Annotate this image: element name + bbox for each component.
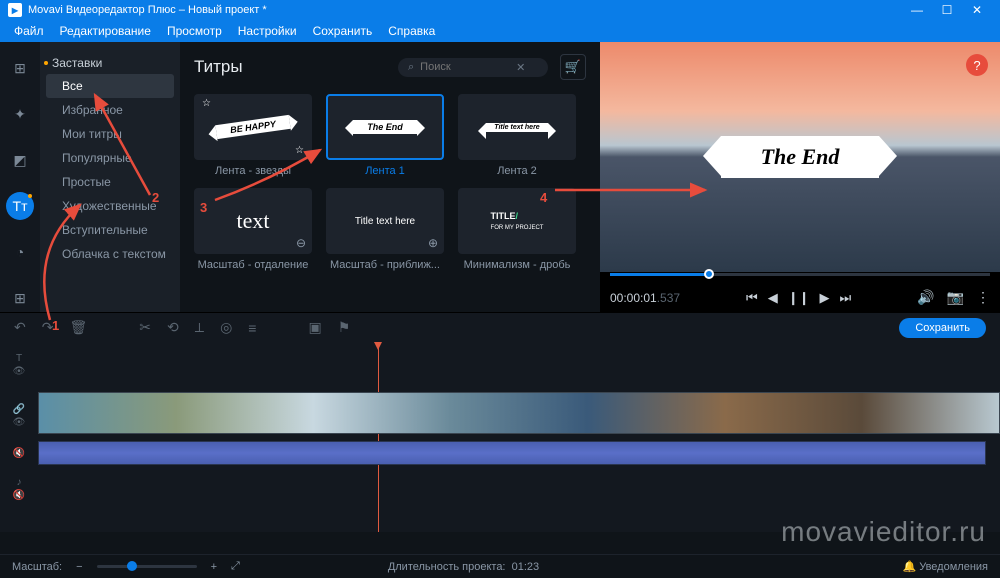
adjust-button[interactable]: ≡ [248,320,256,336]
video-clip[interactable] [38,392,1000,434]
menu-edit[interactable]: Редактирование [60,24,151,38]
record-button[interactable]: ▣ [308,319,321,336]
transitions-icon[interactable]: ◩ [6,146,34,174]
cut-button[interactable]: ✂ [139,319,151,336]
minimize-button[interactable]: — [902,3,932,17]
volume-icon[interactable]: 🔊 [917,289,934,306]
timeline-toolbar: ↶ ↷ 🗑 ✂ ⟲ ⟂ ◎ ≡ ▣ ⚑ Сохранить [0,312,1000,342]
preview-progress[interactable] [610,273,990,276]
menubar: Файл Редактирование Просмотр Настройки С… [0,20,1000,42]
preview-timecode: 00:00:01.537 [610,291,680,305]
window-title: Movavi Видеоредактор Плюс – Новый проект… [28,4,267,16]
search-box[interactable]: ⌕ ✕ [398,58,548,77]
title-tile-ribbon-2[interactable]: Title text here Лента 2 [458,94,576,178]
title-track-icon: T [16,353,22,364]
sidebar-item-popular[interactable]: Популярные [40,146,180,170]
visibility-icon[interactable]: 👁 [13,366,26,377]
zoom-label: Масштаб: [12,561,62,573]
maximize-button[interactable]: ☐ [932,3,962,17]
step-fwd-button[interactable]: ▶ [820,290,830,306]
titles-icon[interactable]: Tᴛ [6,192,34,220]
notifications-button[interactable]: 🔔 Уведомления [902,560,988,573]
menu-save[interactable]: Сохранить [313,24,373,38]
menu-help[interactable]: Справка [388,24,435,38]
panel-heading: Титры [194,57,243,77]
audio-track[interactable]: ♪🔇 [0,474,1000,504]
sidebar-item-all[interactable]: Все [46,74,174,98]
duration-label: Длительность проекта: 01:23 [388,561,539,573]
preview-title-text: The End [721,136,880,178]
export-button[interactable]: Сохранить [899,318,986,338]
redo-button[interactable]: ↷ [42,319,54,336]
preview-settings-icon[interactable]: ⋮ [976,289,990,306]
statusbar: Масштаб: − + ⤢ Длительность проекта: 01:… [0,554,1000,578]
titlebar: ▶ Movavi Видеоредактор Плюс – Новый прое… [0,0,1000,20]
step-back-button[interactable]: ◀ [768,290,778,306]
menu-view[interactable]: Просмотр [167,24,222,38]
menu-settings[interactable]: Настройки [238,24,297,38]
next-clip-button[interactable]: ⏭ [840,290,852,306]
category-sidebar: Заставки Все Избранное Мои титры Популяр… [40,42,180,312]
fit-button[interactable]: ⤢ [231,560,240,573]
preview-panel: The End ? 00:00:01.537 ⏮ ◀ ❙❙ ▶ ⏭ 🔊 📷 ⋮ [600,42,1000,312]
search-icon: ⌕ [408,61,414,74]
zoom-in-button[interactable]: + [211,561,217,573]
sidebar-item-favorites[interactable]: Избранное [40,98,180,122]
help-button[interactable]: ? [966,54,988,76]
mute-icon[interactable]: 🔇 [13,490,25,501]
marker-button[interactable]: ⚑ [338,319,351,336]
title-tile-ribbon-stars[interactable]: BE HAPPY☆☆ Лента - звезды [194,94,312,178]
add-media-icon[interactable]: ⊞ [6,54,34,82]
visibility-icon[interactable]: 👁 [13,417,26,428]
prev-clip-button[interactable]: ⏮ [746,290,758,306]
mute-icon[interactable]: 🔇 [13,448,25,459]
timeline: T👁 🔗👁 🔇 ♪🔇 [0,342,1000,532]
sidebar-item-artistic[interactable]: Художественные [40,194,180,218]
play-pause-button[interactable]: ❙❙ [788,290,810,306]
clear-search-icon[interactable]: ✕ [516,61,525,74]
rotate-button[interactable]: ⟲ [167,319,179,336]
close-button[interactable]: ✕ [962,3,992,17]
title-track[interactable]: T👁 [0,348,1000,382]
delete-button[interactable]: 🗑 [69,319,87,336]
video-track[interactable]: 🔗👁 [0,392,1000,440]
color-button[interactable]: ◎ [220,319,232,336]
undo-button[interactable]: ↶ [14,319,26,336]
zoom-out-icon: ⊖ [296,236,306,250]
titles-panel: Титры ⌕ ✕ 🛒 BE HAPPY☆☆ Лента - звезды Th… [180,42,600,312]
link-icon[interactable]: 🔗 [13,404,25,415]
title-tile-minimal[interactable]: TITLE/FOR MY PROJECT Минимализм - дробь [458,188,576,272]
sidebar-category-title[interactable]: Заставки [40,52,180,74]
cart-button[interactable]: 🛒 [560,54,586,80]
crop-button[interactable]: ⟂ [195,319,204,336]
audio-track-linked[interactable]: 🔇 [0,440,1000,466]
app-logo-icon: ▶ [8,3,22,17]
sidebar-item-my-titles[interactable]: Мои титры [40,122,180,146]
title-tile-zoom-out[interactable]: text⊖ Масштаб - отдаление [194,188,312,272]
title-tile-zoom-in[interactable]: Title text here⊕ Масштаб - приближ... [326,188,444,272]
sidebar-item-intro[interactable]: Вступительные [40,218,180,242]
menu-file[interactable]: Файл [14,24,44,38]
effects-icon[interactable]: ✦ [6,100,34,128]
sidebar-item-simple[interactable]: Простые [40,170,180,194]
snapshot-icon[interactable]: 📷 [947,289,964,306]
sidebar-item-callouts[interactable]: Облачка с текстом [40,242,180,266]
stickers-icon[interactable]: ◔ [6,238,34,266]
preview-viewport[interactable]: The End [600,42,1000,272]
audio-waveform[interactable] [38,441,986,465]
music-track-icon: ♪ [17,477,22,488]
search-input[interactable] [420,61,510,73]
title-tile-ribbon-1[interactable]: The End Лента 1 [326,94,444,178]
zoom-slider[interactable] [97,565,197,568]
zoom-in-icon: ⊕ [428,236,438,250]
left-iconbar: ⊞ ✦ ◩ Tᴛ ◔ ⊞ [0,42,40,312]
zoom-out-button[interactable]: − [76,561,82,573]
more-apps-icon[interactable]: ⊞ [6,284,34,312]
